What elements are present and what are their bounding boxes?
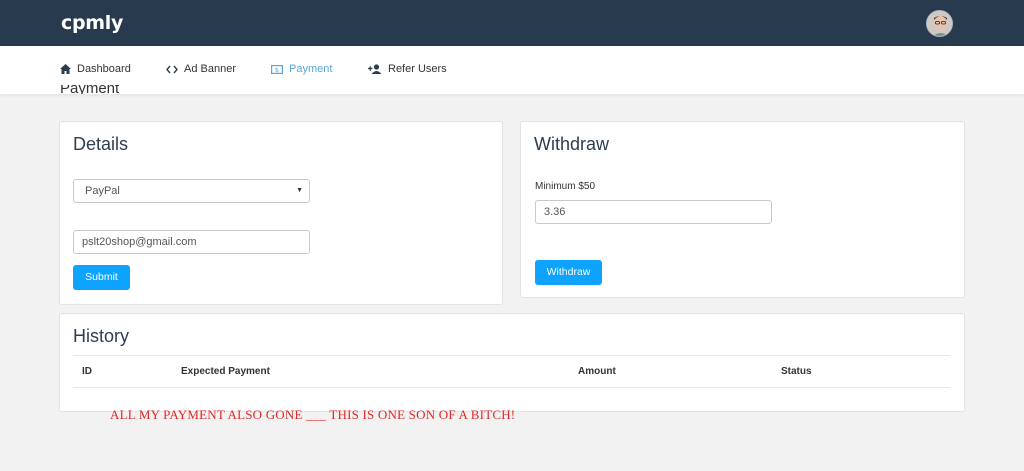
add-user-icon [368,64,382,74]
column-header-id[interactable]: ID [82,366,92,377]
history-title: History [73,326,130,346]
nav-item-label: Refer Users [388,63,447,75]
user-avatar-icon [927,11,952,36]
nav-item-ad-banner[interactable]: Ad Banner [166,63,236,75]
page-title: Payment [60,85,120,94]
column-header-amount[interactable]: Amount [578,366,616,377]
withdraw-button[interactable]: Withdraw [535,260,602,285]
money-icon: $ [271,64,283,74]
payment-method-select[interactable]: PayPal ▼ [73,179,310,203]
annotation-text: ALL MY PAYMENT ALSO GONE ___ THIS IS ONE… [110,407,516,422]
minimum-label: Minimum $50 [535,181,596,192]
caret-down-icon: ▼ [296,187,303,194]
nav-item-label: Payment [289,63,333,75]
details-title: Details [73,134,129,154]
column-header-expected-payment[interactable]: Expected Payment [181,366,270,377]
column-header-status[interactable]: Status [781,366,812,377]
details-card: Details PayPal ▼ pslt20shop@gmail.com Su… [59,121,503,305]
code-icon [166,65,178,73]
withdraw-title: Withdraw [534,134,610,154]
nav-item-payment[interactable]: $ Payment [271,63,332,75]
top-bar: cpmly [0,0,1024,46]
withdraw-amount-input[interactable]: 3.36 [535,200,772,224]
svg-text:$: $ [275,66,279,74]
payment-method-value: PayPal [85,185,120,197]
nav-item-dashboard[interactable]: Dashboard [60,63,131,75]
nav-item-label: Dashboard [77,63,131,75]
home-icon [60,64,71,74]
nav-item-label: Ad Banner [184,63,236,75]
history-card: History ID Expected Payment Amount Statu… [59,313,965,412]
submit-button[interactable]: Submit [73,265,130,290]
avatar[interactable] [926,10,953,37]
nav-bar: Dashboard Ad Banner $ Payment Refer User… [0,46,1024,94]
payment-email-input[interactable]: pslt20shop@gmail.com [73,230,310,254]
nav-item-refer-users[interactable]: Refer Users [368,63,447,75]
withdraw-card: Withdraw Minimum $50 3.36 Withdraw [520,121,965,298]
logo[interactable]: cpmly [61,12,123,34]
history-table-header: ID Expected Payment Amount Status [73,355,950,388]
